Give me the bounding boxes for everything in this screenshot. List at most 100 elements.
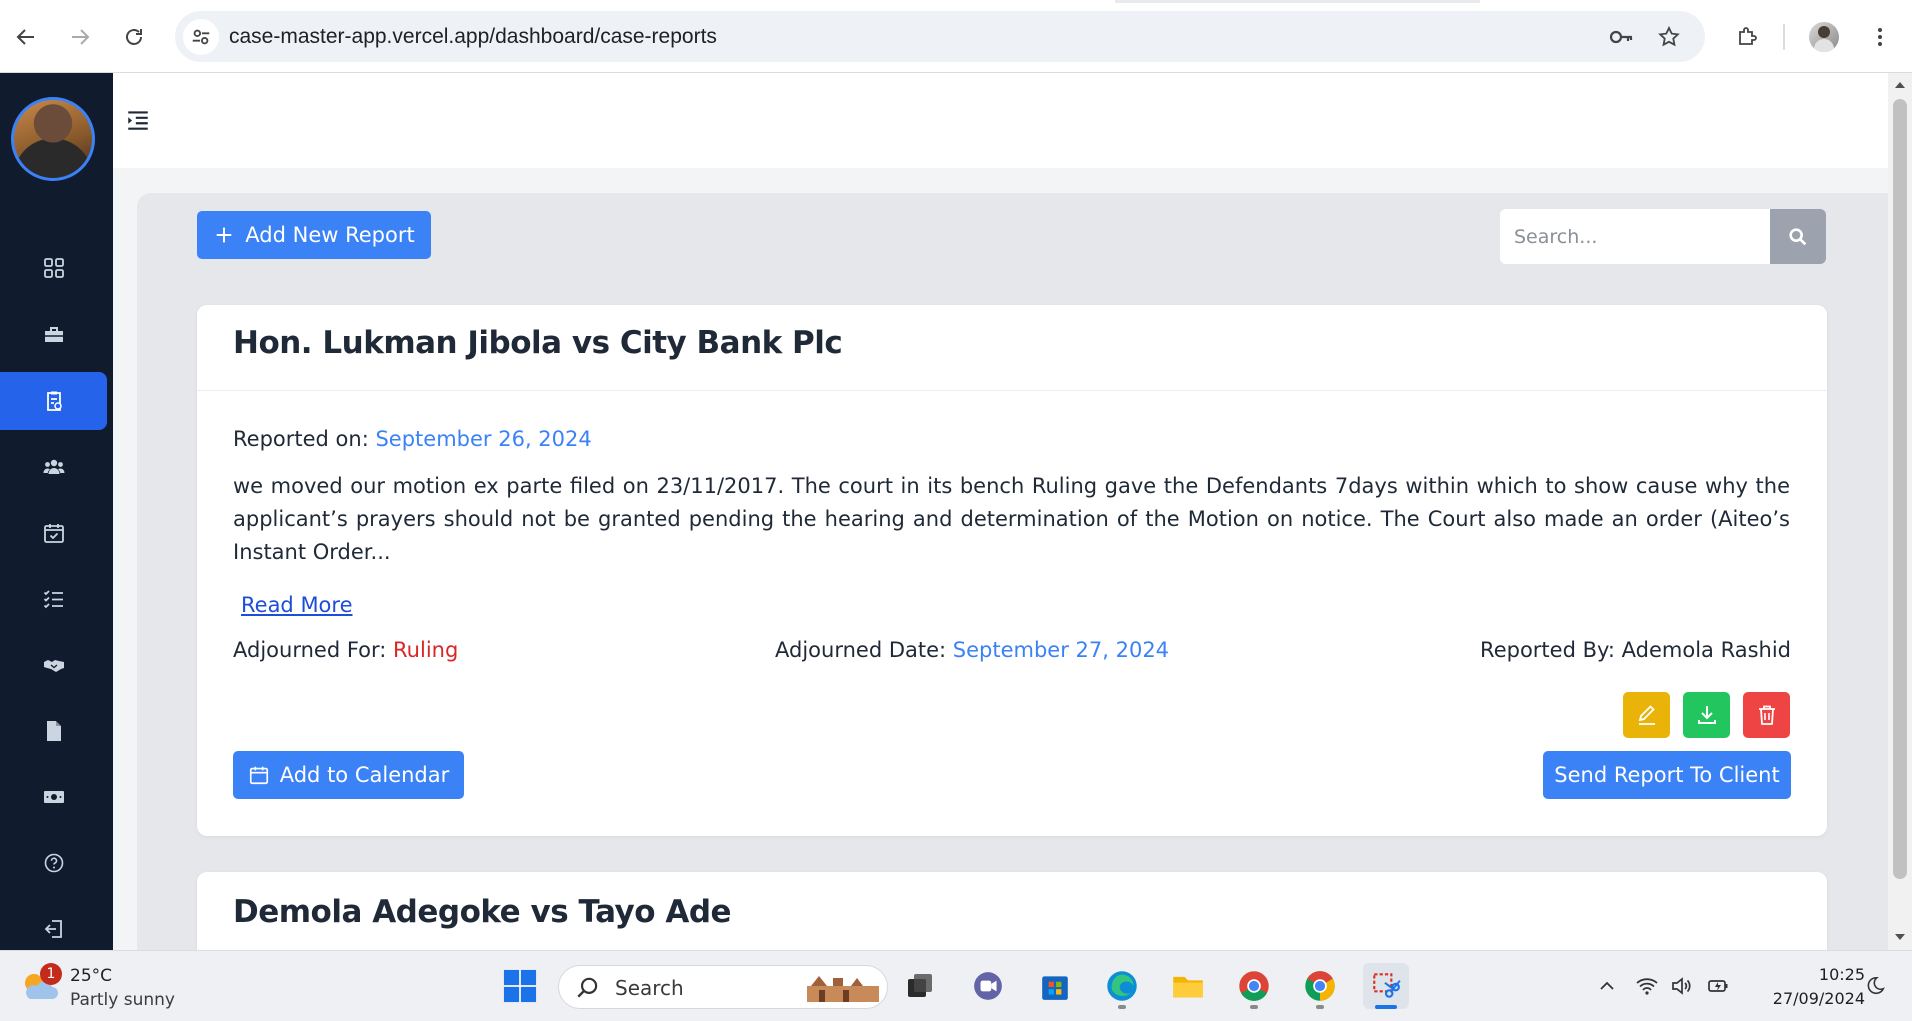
sidebar-item-case-reports[interactable]: [0, 372, 107, 430]
weather-widget[interactable]: 1 25°C Partly sunny: [20, 963, 220, 1013]
password-key-icon[interactable]: [1608, 24, 1634, 50]
scroll-thumb[interactable]: [1893, 99, 1907, 879]
back-button[interactable]: [6, 17, 46, 57]
sidebar-item-tasks[interactable]: [0, 570, 107, 628]
snipping-tool-app[interactable]: [1363, 963, 1409, 1009]
browser-menu-button[interactable]: [1860, 17, 1900, 57]
logout-icon: [44, 920, 62, 938]
volume-status[interactable]: [1667, 971, 1697, 1001]
microsoft-store-app[interactable]: [1032, 963, 1078, 1009]
address-bar[interactable]: case-master-app.vercel.app/dashboard/cas…: [175, 11, 1705, 62]
sidebar-item-dashboard[interactable]: [0, 239, 107, 297]
active-indicator: [1375, 1005, 1397, 1009]
report-card: Demola Adegoke vs Tayo Ade: [197, 872, 1827, 950]
user-avatar[interactable]: [11, 97, 95, 181]
grid-icon: [43, 258, 64, 278]
profile-avatar: [1809, 22, 1839, 52]
edit-report-button[interactable]: [1623, 692, 1670, 738]
sidebar-item-billing[interactable]: [0, 768, 107, 826]
toolbar-divider: [1783, 24, 1785, 50]
indent-menu-icon: [128, 111, 148, 130]
reported-by-value: Ademola Rashid: [1621, 638, 1791, 662]
sidebar-item-calendar[interactable]: [0, 504, 107, 562]
moon-icon: [1867, 976, 1885, 995]
puzzle-icon: [1739, 27, 1757, 45]
chrome-icon: [1239, 971, 1269, 1001]
wifi-icon: [1636, 978, 1658, 995]
briefcase-icon: [44, 327, 63, 342]
edge-browser-app[interactable]: [1099, 963, 1145, 1009]
users-icon: [43, 459, 64, 474]
clock-time: 10:25: [1818, 965, 1865, 984]
reported-on-label: Reported on:: [233, 427, 369, 451]
sidebar-item-help[interactable]: [0, 834, 107, 892]
store-icon: [1042, 976, 1068, 1000]
speaker-icon: [1672, 977, 1691, 995]
chevron-up-icon: [1600, 981, 1614, 990]
chrome-app[interactable]: [1231, 963, 1277, 1009]
send-report-label: Send Report To Client: [1554, 763, 1780, 787]
weather-notification-badge: 1: [40, 963, 62, 985]
arrow-left-icon: [16, 29, 34, 45]
battery-charging-icon: [1708, 980, 1728, 992]
search-icon: [1789, 227, 1807, 245]
network-status[interactable]: [1632, 971, 1662, 1001]
battery-status[interactable]: [1703, 971, 1733, 1001]
page-scrollbar[interactable]: [1888, 73, 1912, 950]
profile-button[interactable]: [1804, 17, 1844, 57]
adjourned-for-label: Adjourned For:: [233, 638, 387, 662]
system-clock[interactable]: 10:25 27/09/2024: [1745, 963, 1865, 1011]
card-divider: [197, 390, 1827, 391]
sidebar-item-cases[interactable]: [0, 306, 107, 364]
sidebar-item-engagements[interactable]: [0, 636, 107, 694]
reported-by-label: Reported By:: [1480, 638, 1615, 662]
search-icon: [577, 977, 598, 998]
extensions-button[interactable]: [1727, 17, 1767, 57]
reported-on: Reported on: September 26, 2024: [233, 427, 592, 451]
teams-chat-app[interactable]: [965, 963, 1011, 1009]
handshake-icon: [43, 660, 64, 672]
site-info-button[interactable]: [183, 19, 219, 55]
folder-icon: [1173, 976, 1203, 998]
taskbar-search[interactable]: Search: [558, 965, 888, 1009]
notifications-button[interactable]: [1860, 971, 1890, 1001]
pencil-icon: [1638, 705, 1655, 725]
sidebar-item-clients[interactable]: [0, 438, 107, 496]
scroll-down-icon[interactable]: [1894, 931, 1906, 943]
help-circle-icon: [44, 853, 63, 873]
task-view-icon: [908, 974, 932, 997]
start-button[interactable]: [497, 963, 543, 1009]
add-new-report-button[interactable]: Add New Report: [197, 211, 431, 259]
kebab-menu-icon: [1878, 28, 1882, 46]
video-chat-icon: [974, 972, 1002, 1000]
search-button[interactable]: [1770, 209, 1826, 264]
delete-report-button[interactable]: [1743, 692, 1790, 738]
report-summary: we moved our motion ex parte filed on 23…: [233, 474, 1790, 564]
bookmark-star-icon[interactable]: [1656, 24, 1682, 50]
reported-on-date: September 26, 2024: [375, 427, 592, 451]
forward-button[interactable]: [60, 17, 100, 57]
report-card: Hon. Lukman Jibola vs City Bank Plc Repo…: [197, 305, 1827, 836]
download-report-button[interactable]: [1683, 692, 1730, 738]
chrome-profile-app[interactable]: [1297, 963, 1343, 1009]
clipboard-report-icon: [46, 391, 62, 411]
add-to-calendar-button[interactable]: Add to Calendar: [233, 751, 464, 799]
running-indicator: [1118, 1005, 1126, 1009]
search-input[interactable]: [1500, 209, 1770, 264]
send-report-to-client-button[interactable]: Send Report To Client: [1543, 751, 1791, 799]
task-view-button[interactable]: [897, 963, 943, 1009]
scroll-up-icon[interactable]: [1894, 79, 1906, 91]
reload-button[interactable]: [114, 17, 154, 57]
sidebar-item-documents[interactable]: [0, 702, 107, 760]
sidebar-toggle-button[interactable]: [123, 105, 153, 135]
file-explorer-app[interactable]: [1165, 963, 1211, 1009]
show-hidden-icons-button[interactable]: [1592, 971, 1622, 1001]
top-header: [113, 73, 1888, 168]
url-text[interactable]: case-master-app.vercel.app/dashboard/cas…: [229, 25, 717, 49]
tune-icon: [192, 29, 210, 45]
read-more-link[interactable]: Read More: [241, 593, 353, 617]
add-new-report-label: Add New Report: [245, 223, 415, 247]
trash-icon: [1758, 705, 1775, 725]
add-to-calendar-label: Add to Calendar: [279, 763, 450, 787]
tab-strip-edge: [1115, 0, 1480, 3]
